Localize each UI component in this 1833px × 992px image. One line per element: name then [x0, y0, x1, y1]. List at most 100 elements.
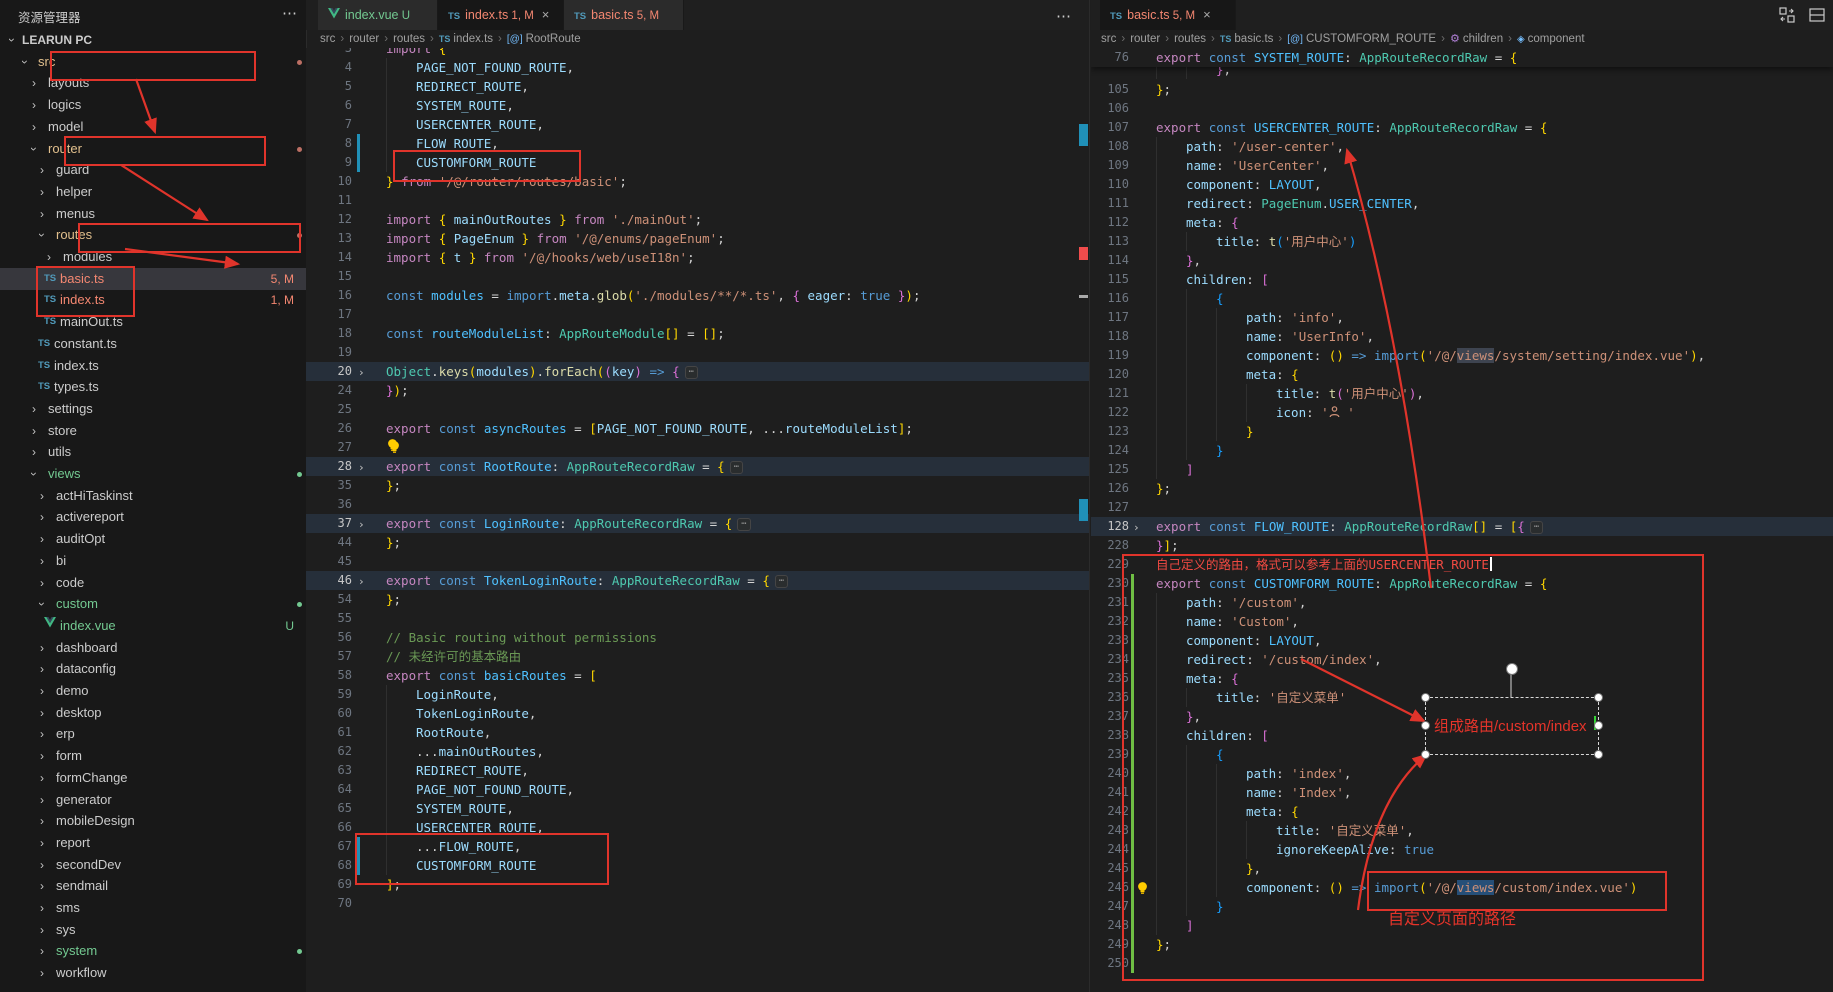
sidebar-item-mobileDesign[interactable]: ›mobileDesign	[0, 810, 306, 832]
sidebar-item-index-ts-2[interactable]: TSindex.ts	[0, 355, 306, 377]
code-line-right-113[interactable]: 113title: t('用户中心')	[1091, 232, 1833, 251]
code-line-middle-28[interactable]: 28›export const RootRoute: AppRouteRecor…	[306, 457, 1090, 476]
code-line-right-246[interactable]: 246component: () => import('/@/views/cus…	[1091, 878, 1833, 897]
code-line-middle-59[interactable]: 59LoginRoute,	[306, 685, 1090, 704]
code-line-right-109[interactable]: 109name: 'UserCenter',	[1091, 156, 1833, 175]
code-line-middle-35[interactable]: 35};	[306, 476, 1090, 495]
sidebar-item-demo[interactable]: ›demo	[0, 680, 306, 702]
fold-chevron-icon[interactable]: ›	[1133, 518, 1140, 537]
sidebar-item-types-ts[interactable]: TStypes.ts	[0, 376, 306, 398]
breadcrumb-item[interactable]: routes	[1174, 33, 1206, 45]
sidebar-item-sms[interactable]: ›sms	[0, 897, 306, 919]
sidebar-item-formChange[interactable]: ›formChange	[0, 767, 306, 789]
breadcrumb-item[interactable]: routes	[393, 33, 425, 45]
editor-actions-icon[interactable]: ⋯	[1056, 7, 1072, 25]
code-line-right-234[interactable]: 234redirect: '/custom/index',	[1091, 650, 1833, 669]
code-line-middle-46[interactable]: 46›export const TokenLoginRoute: AppRout…	[306, 571, 1090, 590]
code-line-right-245[interactable]: 245},	[1091, 859, 1833, 878]
code-line-middle-8[interactable]: 8FLOW_ROUTE,	[306, 134, 1090, 153]
code-line-middle-19[interactable]: 19	[306, 343, 1090, 362]
code-line-middle-45[interactable]: 45	[306, 552, 1090, 571]
sidebar-item-code[interactable]: ›code	[0, 572, 306, 594]
selection-handle[interactable]	[1421, 721, 1430, 730]
close-tab-icon[interactable]: ×	[542, 7, 550, 22]
code-line-middle-27[interactable]: 27	[306, 438, 1090, 457]
code-line-right-122[interactable]: 122icon: ' '	[1091, 403, 1833, 422]
code-line-right-127[interactable]: 127	[1091, 498, 1833, 517]
sidebar-item-dashboard[interactable]: ›dashboard	[0, 637, 306, 659]
sidebar-item-secondDev[interactable]: ›secondDev	[0, 854, 306, 876]
code-line-right-108[interactable]: 108path: '/user-center',	[1091, 137, 1833, 156]
code-line-right-111[interactable]: 111redirect: PageEnum.USER_CENTER,	[1091, 194, 1833, 213]
sidebar-item-erp[interactable]: ›erp	[0, 723, 306, 745]
selection-handle[interactable]	[1594, 693, 1603, 702]
breadcrumb-item[interactable]: CUSTOMFORM_ROUTE	[1306, 33, 1436, 45]
code-line-middle-70[interactable]: 70	[306, 894, 1090, 913]
lightbulb-icon[interactable]	[388, 440, 401, 459]
code-line-right-115[interactable]: 115children: [	[1091, 270, 1833, 289]
code-line-middle-56[interactable]: 56// Basic routing without permissions	[306, 628, 1090, 647]
code-line-middle-69[interactable]: 69];	[306, 875, 1090, 894]
sidebar-item-routes[interactable]: ›routes	[0, 224, 306, 246]
code-line-right-242[interactable]: 242meta: {	[1091, 802, 1833, 821]
breadcrumb-item[interactable]: router	[1130, 33, 1160, 45]
code-line-middle-18[interactable]: 18const routeModuleList: AppRouteModule[…	[306, 324, 1090, 343]
close-tab-icon[interactable]: ×	[1203, 7, 1211, 22]
selection-handle[interactable]	[1421, 750, 1430, 759]
sidebar-item-layouts[interactable]: ›layouts	[0, 72, 306, 94]
code-line-right-112[interactable]: 112meta: {	[1091, 213, 1833, 232]
folded-code-icon[interactable]: ⋯	[1530, 521, 1543, 534]
code-line-middle-26[interactable]: 26export const asyncRoutes = [PAGE_NOT_F…	[306, 419, 1090, 438]
code-line-middle-17[interactable]: 17	[306, 305, 1090, 324]
code-line-right-233[interactable]: 233component: LAYOUT,	[1091, 631, 1833, 650]
folded-code-icon[interactable]: ⋯	[775, 575, 788, 588]
rotation-handle[interactable]	[1506, 663, 1518, 675]
code-line-middle-25[interactable]: 25	[306, 400, 1090, 419]
code-line-middle-11[interactable]: 11	[306, 191, 1090, 210]
code-line-right-121[interactable]: 121title: t('用户中心'),	[1091, 384, 1833, 403]
sidebar-item-views[interactable]: ›views	[0, 463, 306, 485]
tab-basic-ts[interactable]: TSbasic.ts 5, M×	[1100, 0, 1236, 30]
code-line-right-231[interactable]: 231path: '/custom',	[1091, 593, 1833, 612]
code-line-right-120[interactable]: 120meta: {	[1091, 365, 1833, 384]
sidebar-item-dataconfig[interactable]: ›dataconfig	[0, 658, 306, 680]
code-line-middle-63[interactable]: 63REDIRECT_ROUTE,	[306, 761, 1090, 780]
code-line-right-105[interactable]: 105};	[1091, 80, 1833, 99]
code-line-middle-37[interactable]: 37›export const LoginRoute: AppRouteReco…	[306, 514, 1090, 533]
sidebar-item-basic-ts[interactable]: TSbasic.ts5, M	[0, 268, 306, 290]
code-line-right-250[interactable]: 250	[1091, 954, 1833, 973]
sidebar-item-bi[interactable]: ›bi	[0, 550, 306, 572]
code-line-right-128[interactable]: 128›export const FLOW_ROUTE: AppRouteRec…	[1091, 517, 1833, 536]
sidebar-item-sendmail[interactable]: ›sendmail	[0, 875, 306, 897]
breadcrumb-item[interactable]: src	[1101, 33, 1116, 45]
code-line-middle-54[interactable]: 54};	[306, 590, 1090, 609]
code-line-middle-58[interactable]: 58export const basicRoutes = [	[306, 666, 1090, 685]
code-line-middle-66[interactable]: 66USERCENTER_ROUTE,	[306, 818, 1090, 837]
code-line-middle-15[interactable]: 15	[306, 267, 1090, 286]
sidebar-item-model[interactable]: ›model	[0, 116, 306, 138]
code-line-right-229[interactable]: 229自己定义的路由，格式可以参考上面的USERCENTER_ROUTE	[1091, 555, 1833, 574]
sidebar-item-auditOpt[interactable]: ›auditOpt	[0, 528, 306, 550]
code-line-right-117[interactable]: 117path: 'info',	[1091, 308, 1833, 327]
code-line-right-241[interactable]: 241name: 'Index',	[1091, 783, 1833, 802]
folded-code-icon[interactable]: ⋯	[730, 461, 743, 474]
code-line-right-240[interactable]: 240path: 'index',	[1091, 764, 1833, 783]
selection-handle[interactable]	[1594, 721, 1603, 730]
code-line-right-116[interactable]: 116{	[1091, 289, 1833, 308]
code-line-right-230[interactable]: 230export const CUSTOMFORM_ROUTE: AppRou…	[1091, 574, 1833, 593]
code-line-middle-20[interactable]: 20›Object.keys(modules).forEach((key) =>…	[306, 362, 1090, 381]
tab-basic-ts-mid[interactable]: TSbasic.ts 5, M	[564, 0, 684, 30]
code-line-right-232[interactable]: 232name: 'Custom',	[1091, 612, 1833, 631]
code-line-right-248[interactable]: 248]	[1091, 916, 1833, 935]
sidebar-item-index-ts[interactable]: TSindex.ts1, M	[0, 289, 306, 311]
sidebar-item-custom[interactable]: ›custom	[0, 593, 306, 615]
code-line-middle-12[interactable]: 12import { mainOutRoutes } from './mainO…	[306, 210, 1090, 229]
sidebar-item-generator[interactable]: ›generator	[0, 789, 306, 811]
fold-chevron-icon[interactable]: ›	[358, 363, 365, 382]
sidebar-item-modules[interactable]: ›modules	[0, 246, 306, 268]
code-line-middle-57[interactable]: 57// 未经许可的基本路由	[306, 647, 1090, 666]
breadcrumb-item[interactable]: RootRoute	[526, 33, 581, 45]
breadcrumb-item[interactable]: basic.ts	[1234, 33, 1273, 45]
breadcrumb-item[interactable]: component	[1528, 33, 1585, 45]
breadcrumb-item[interactable]: router	[349, 33, 379, 45]
